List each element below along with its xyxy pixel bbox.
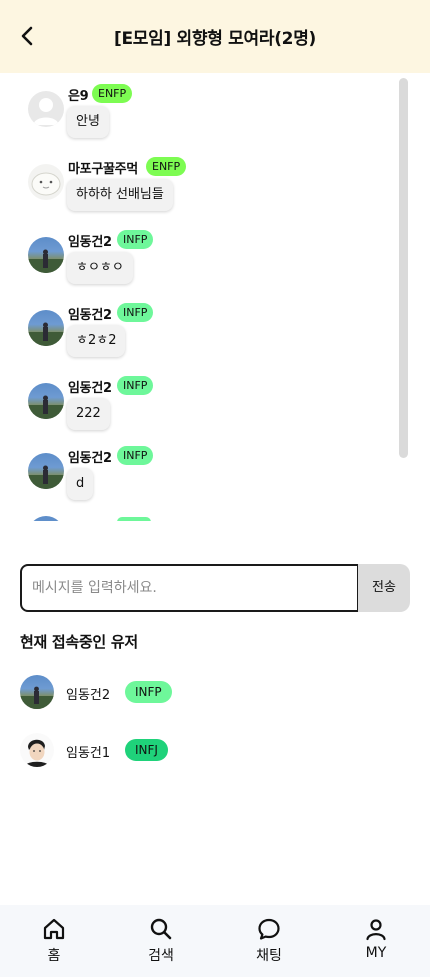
message-bubble: ㅎ2ㅎ2 [67, 325, 126, 357]
scrollbar[interactable] [399, 78, 408, 458]
message-nickname: 임동건2 [68, 451, 112, 466]
tab-label: 홈 [47, 948, 61, 964]
message-bubble: 안녕 [67, 106, 109, 138]
mbti-badge: INFP [117, 303, 154, 322]
message-nickname: 은9 [68, 89, 89, 104]
message-nickname: 임동건2 [68, 381, 112, 396]
profile-photo-icon [24, 739, 50, 767]
message-input[interactable] [20, 564, 359, 612]
message-bubble: 222 [67, 398, 110, 430]
chat-header: [E모임] 외향형 모여라(2명) [0, 0, 430, 73]
online-user-item[interactable]: 임동건1 INFJ [20, 733, 320, 769]
mbti-badge: INFP [117, 376, 154, 395]
online-user-item[interactable]: 임동건2 INFP [20, 675, 320, 711]
tab-label: 검색 [148, 948, 174, 964]
avatar [28, 237, 64, 273]
avatar [28, 310, 64, 346]
message-bubble: 하하하 선배님들 [67, 179, 173, 211]
avatar [28, 383, 64, 419]
tab-my[interactable]: MY [336, 905, 416, 977]
user-icon [366, 919, 386, 941]
avatar [20, 675, 54, 709]
mbti-badge: INFP [117, 446, 154, 465]
chat-room-title: [E모임] 외향형 모여라(2명) [113, 29, 317, 49]
message-nickname: 임동건2 [68, 308, 112, 323]
bottom-tab-bar: 홈 검색 채팅 MY [0, 905, 430, 977]
message-item: 임동건2 INFP ㅎ2ㅎ2 [28, 303, 328, 374]
message-bubble: d [67, 468, 94, 500]
profile-photo-icon [28, 465, 64, 489]
online-users-title: 현재 접속중인 유저 [20, 633, 138, 651]
default-user-icon [33, 98, 59, 125]
tab-label: 채팅 [256, 948, 282, 964]
avatar [20, 733, 54, 767]
avatar [28, 91, 64, 127]
profile-photo-icon [28, 395, 64, 419]
tab-home[interactable]: 홈 [14, 905, 94, 977]
send-button[interactable]: 전송 [358, 564, 410, 612]
mbti-badge: INFJ [125, 739, 168, 761]
message-nickname: 임동건2 [68, 235, 112, 250]
mbti-badge: ENFP [146, 157, 187, 176]
avatar [28, 164, 64, 200]
message-composer: 전송 [20, 564, 410, 612]
message-bubble: ㅎㅇㅎㅇ [67, 252, 133, 284]
mbti-badge: ENFP [92, 84, 133, 103]
message-list[interactable]: 은9 ENFP 안녕 마포구꿀주먹 ENFP 하하하 선배님들 임동건2 INF… [0, 73, 430, 521]
message-item: 임동건2 INFP ㅎㅇㅎㅇ [28, 230, 328, 301]
message-item: 은9 ENFP 안녕 [28, 84, 328, 155]
mascot-icon [31, 172, 61, 196]
search-icon [150, 918, 172, 940]
profile-photo-icon [28, 322, 64, 346]
message-item: 임동건2 INFP d [28, 446, 328, 517]
tab-label: MY [365, 945, 387, 961]
tab-chat[interactable]: 채팅 [229, 905, 309, 977]
profile-photo-icon [28, 249, 64, 273]
avatar [28, 453, 64, 489]
online-user-name: 임동건2 [66, 688, 111, 703]
message-item: 마포구꿀주먹 ENFP 하하하 선배님들 [28, 157, 328, 228]
mbti-badge: INFP [125, 681, 172, 703]
message-item: 임동건2 INFP 222 [28, 376, 328, 447]
profile-photo-icon [20, 686, 54, 709]
home-icon [43, 918, 65, 940]
message-nickname: 마포구꿀주먹 [68, 162, 138, 177]
tab-search[interactable]: 검색 [121, 905, 201, 977]
mbti-badge-partial [117, 517, 151, 521]
mbti-badge: INFP [117, 230, 154, 249]
online-user-name: 임동건1 [66, 746, 111, 761]
chat-icon [258, 918, 280, 940]
